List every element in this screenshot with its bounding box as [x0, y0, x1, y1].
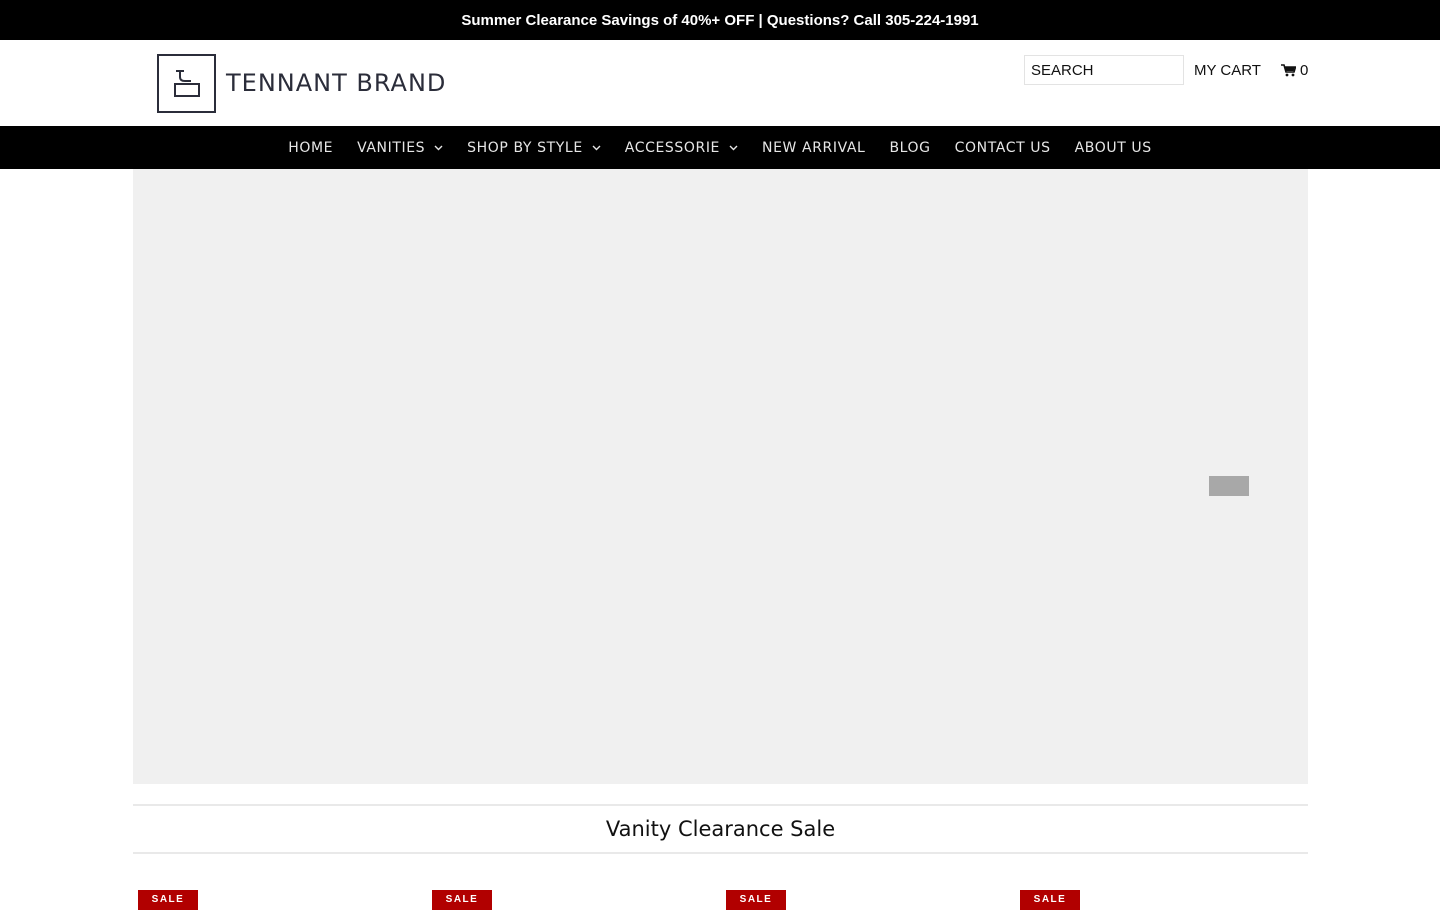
nav-item-shop-by-style[interactable]: SHOP BY STYLE — [455, 140, 613, 156]
nav-item-about-us[interactable]: ABOUT US — [1063, 140, 1164, 156]
sale-badge-text: SALE — [739, 894, 773, 905]
cart-count: 0 — [1300, 62, 1309, 79]
sale-badge: SALE — [432, 890, 492, 910]
nav-item-label: VANITIES — [357, 139, 426, 156]
sink-logo-icon — [157, 53, 216, 113]
brand-name: TENNANT BRAND — [226, 69, 447, 97]
main-nav: HOME VANITIES SHOP BY STYLE ACCESSORIE N… — [0, 126, 1440, 169]
sale-badge: SALE — [1020, 890, 1080, 910]
cart-button[interactable]: 0 — [1281, 62, 1308, 79]
nav-item-blog[interactable]: BLOG — [877, 140, 942, 156]
site-header: TENNANT BRAND MY CART 0 — [0, 40, 1440, 126]
nav-item-label: ACCESSORIE — [624, 139, 721, 156]
nav-item-new-arrival[interactable]: NEW ARRIVAL — [750, 140, 877, 156]
nav-item-label: ABOUT US — [1074, 139, 1152, 156]
announcement-bar: Summer Clearance Savings of 40%+ OFF | Q… — [0, 0, 1440, 40]
hero-slider — [133, 169, 1308, 784]
chevron-down-icon — [729, 145, 738, 150]
nav-item-label: NEW ARRIVAL — [762, 139, 866, 156]
announcement-text: Summer Clearance Savings of 40%+ OFF | Q… — [461, 11, 979, 29]
my-cart-link[interactable]: MY CART — [1194, 62, 1261, 79]
chevron-down-icon — [592, 145, 601, 150]
nav-item-vanities[interactable]: VANITIES — [345, 140, 455, 156]
section-title: Vanity Clearance Sale — [133, 804, 1308, 854]
chevron-down-icon — [434, 145, 443, 150]
nav-item-home[interactable]: HOME — [276, 140, 345, 156]
nav-item-contact-us[interactable]: CONTACT US — [943, 140, 1063, 156]
sale-badge: SALE — [138, 890, 198, 910]
slider-control-button[interactable] — [1209, 476, 1249, 496]
nav-item-label: SHOP BY STYLE — [467, 139, 583, 156]
section-title-text: Vanity Clearance Sale — [605, 817, 836, 841]
sale-badge-text: SALE — [445, 894, 479, 905]
brand-logo[interactable]: TENNANT BRAND — [157, 52, 446, 114]
search-input[interactable] — [1024, 55, 1184, 85]
sale-badge-text: SALE — [1033, 894, 1067, 905]
cart-icon — [1281, 64, 1296, 77]
nav-item-label: CONTACT US — [954, 139, 1051, 156]
nav-item-accessorie[interactable]: ACCESSORIE — [613, 140, 750, 156]
nav-item-label: HOME — [288, 139, 334, 156]
sale-badge: SALE — [726, 890, 786, 910]
sale-badge-text: SALE — [151, 894, 185, 905]
nav-item-label: BLOG — [889, 139, 931, 156]
